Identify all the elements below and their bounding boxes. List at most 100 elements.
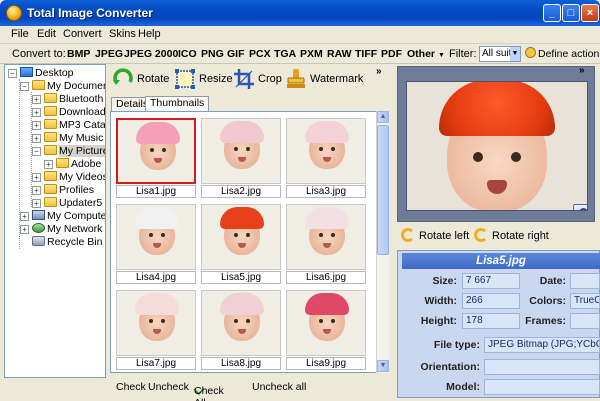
rotate-right-button[interactable]: Rotate right bbox=[474, 228, 549, 244]
folder-icon bbox=[44, 132, 57, 142]
menu-file[interactable]: File bbox=[11, 28, 29, 40]
menu-help[interactable]: Help bbox=[138, 28, 161, 40]
thumbnail-image[interactable] bbox=[201, 204, 281, 270]
thumbnail-item[interactable]: Lisa3.jpg bbox=[286, 118, 366, 200]
tree-item-bluetooth[interactable]: + Bluetooth bbox=[32, 93, 103, 106]
format-jpeg-button[interactable]: JPEG bbox=[95, 48, 123, 60]
format-pxm-button[interactable]: PXM bbox=[300, 48, 323, 60]
define-action-button[interactable]: Define action bbox=[525, 46, 599, 62]
tree-item-updater5[interactable]: + Updater5 bbox=[32, 197, 102, 210]
expand-icon[interactable]: + bbox=[32, 186, 41, 195]
thumbnail-caption: Lisa9.jpg bbox=[286, 357, 366, 370]
thumbnail-item[interactable]: Lisa8.jpg bbox=[201, 290, 281, 372]
thumbnail-image[interactable] bbox=[116, 290, 196, 356]
thumbnail-image[interactable] bbox=[201, 118, 281, 184]
zoom-button[interactable] bbox=[573, 204, 587, 210]
watermark-button[interactable]: Watermark bbox=[285, 66, 363, 92]
date-label: Date: bbox=[539, 275, 566, 287]
thumbnail-item[interactable]: Lisa4.jpg bbox=[116, 204, 196, 286]
expand-icon[interactable]: + bbox=[32, 134, 41, 143]
menu-skins[interactable]: Skins bbox=[109, 28, 136, 40]
expand-icon[interactable]: + bbox=[20, 212, 29, 221]
folder-icon bbox=[44, 119, 57, 129]
tree-item-my-videos[interactable]: + My Videos bbox=[32, 171, 105, 184]
tree-item-profiles[interactable]: + Profiles bbox=[32, 184, 94, 197]
tree-item-recycle-bin[interactable]: Recycle Bin bbox=[32, 236, 102, 249]
format-pdf-button[interactable]: PDF bbox=[381, 48, 402, 60]
thumbnail-item[interactable]: Lisa9.jpg bbox=[286, 290, 366, 372]
close-button[interactable]: × bbox=[581, 4, 599, 22]
expand-icon[interactable]: + bbox=[32, 95, 41, 104]
expand-icon[interactable]: + bbox=[32, 199, 41, 208]
thumbnail-item[interactable]: Lisa2.jpg bbox=[201, 118, 281, 200]
thumbnail-image[interactable] bbox=[286, 290, 366, 356]
chevron-down-icon: ▼ bbox=[510, 47, 520, 61]
format-other-button[interactable]: Other ▼ bbox=[407, 48, 445, 60]
folder-tree[interactable]: −Desktop −My Documents +Bluetooth +Downl… bbox=[4, 64, 106, 378]
thumbnail-image[interactable] bbox=[201, 290, 281, 356]
thumbnail-item[interactable]: Lisa7.jpg bbox=[116, 290, 196, 372]
format-bmp-button[interactable]: BMP bbox=[67, 48, 90, 60]
menu-convert[interactable]: Convert bbox=[63, 28, 102, 40]
collapse-icon[interactable]: − bbox=[8, 69, 17, 78]
thumbnail-scrollbar[interactable]: ▲ ▼ bbox=[376, 111, 389, 373]
folder-icon bbox=[32, 80, 45, 90]
tree-item-my-music[interactable]: + My Music bbox=[32, 132, 103, 145]
scroll-thumb[interactable] bbox=[377, 125, 389, 255]
check-bar: Check Uncheck Check All Uncheck all bbox=[110, 377, 390, 401]
tree-item-downloads[interactable]: + Downloads bbox=[32, 106, 105, 119]
format-ico-button[interactable]: ICO bbox=[178, 48, 197, 60]
file-type-value: JPEG Bitmap (JPG;YCbCr bbox=[484, 337, 600, 353]
date-value bbox=[570, 273, 600, 289]
tree-item-desktop[interactable]: − Desktop bbox=[8, 67, 74, 80]
tree-item-mp3-catalog[interactable]: + MP3 Catalo bbox=[32, 119, 105, 132]
expand-icon[interactable]: + bbox=[32, 121, 41, 130]
collapse-icon[interactable]: − bbox=[32, 147, 41, 156]
rotate-left-button[interactable]: Rotate left bbox=[401, 228, 469, 244]
tab-thumbnails[interactable]: Thumbnails bbox=[145, 96, 210, 111]
uncheck-all-button[interactable]: Uncheck all bbox=[252, 381, 306, 393]
thumbnail-image[interactable] bbox=[286, 118, 366, 184]
collapse-icon[interactable]: − bbox=[20, 82, 29, 91]
thumbnail-item[interactable]: Lisa6.jpg bbox=[286, 204, 366, 286]
minimize-button[interactable]: _ bbox=[543, 4, 561, 22]
format-jpeg2000-button[interactable]: JPEG 2000 bbox=[124, 48, 178, 60]
preview-more-button[interactable]: » bbox=[579, 65, 585, 76]
format-tiff-button[interactable]: TIFF bbox=[355, 48, 377, 60]
format-raw-button[interactable]: RAW bbox=[327, 48, 352, 60]
resize-button[interactable]: Resize bbox=[174, 66, 233, 92]
thumbnail-image[interactable] bbox=[116, 204, 196, 270]
tree-item-label: My Music bbox=[59, 132, 104, 144]
tree-item-label: Profiles bbox=[59, 184, 95, 196]
rotate-button[interactable]: Rotate bbox=[112, 66, 169, 92]
uncheck-button[interactable]: Uncheck bbox=[148, 381, 189, 393]
format-png-button[interactable]: PNG bbox=[201, 48, 224, 60]
format-pcx-button[interactable]: PCX bbox=[249, 48, 271, 60]
format-other-label: Other bbox=[407, 48, 436, 60]
crop-button[interactable]: Crop bbox=[233, 66, 282, 92]
tree-item-my-pictures[interactable]: − My Pictures bbox=[32, 145, 105, 158]
toolbar-more-button[interactable]: » bbox=[376, 66, 382, 77]
format-tga-button[interactable]: TGA bbox=[274, 48, 296, 60]
thumbnail-item[interactable]: Lisa1.jpg bbox=[116, 118, 196, 200]
tree-item-my-computer[interactable]: + My Computer bbox=[20, 210, 105, 223]
model-label: Model: bbox=[446, 381, 480, 393]
maximize-button[interactable]: □ bbox=[562, 4, 580, 22]
tree-item-my-documents[interactable]: − My Documents bbox=[20, 80, 105, 93]
format-gif-button[interactable]: GIF bbox=[227, 48, 245, 60]
scroll-up-icon[interactable]: ▲ bbox=[377, 111, 389, 123]
tree-item-my-network-places[interactable]: + My Network Pla bbox=[20, 223, 105, 236]
menu-edit[interactable]: Edit bbox=[37, 28, 56, 40]
tree-item-adobe[interactable]: + Adobe bbox=[44, 158, 101, 171]
thumbnail-item[interactable]: Lisa5.jpg bbox=[201, 204, 281, 286]
expand-icon[interactable]: + bbox=[20, 225, 29, 234]
expand-icon[interactable]: + bbox=[44, 160, 53, 169]
thumbnail-image[interactable] bbox=[116, 118, 196, 184]
expand-icon[interactable]: + bbox=[32, 173, 41, 182]
check-button[interactable]: Check bbox=[116, 381, 146, 393]
filter-select[interactable]: All suit ▼ bbox=[479, 46, 521, 62]
filter-label: Filter: bbox=[449, 48, 477, 60]
thumbnail-image[interactable] bbox=[286, 204, 366, 270]
scroll-down-icon[interactable]: ▼ bbox=[377, 360, 389, 372]
expand-icon[interactable]: + bbox=[32, 108, 41, 117]
